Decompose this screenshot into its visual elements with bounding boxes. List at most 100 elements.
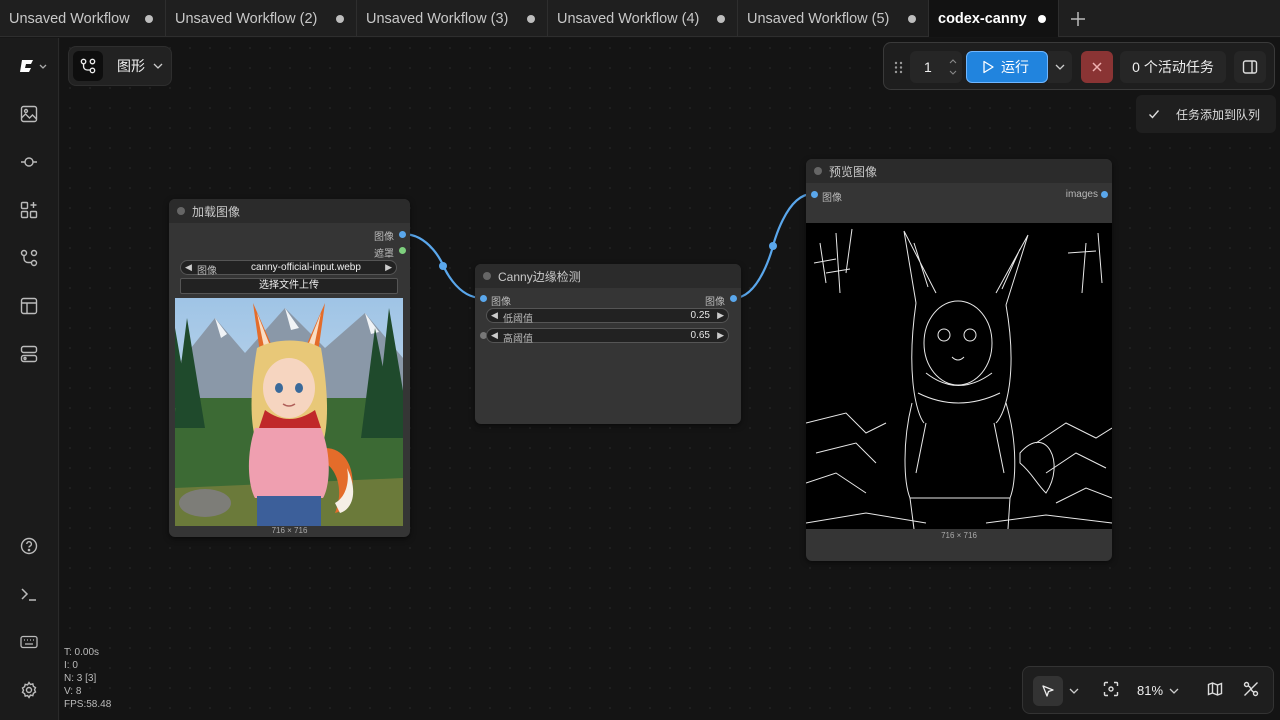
unsaved-dot-icon[interactable] [145,15,153,23]
arrow-left-icon[interactable]: ◀ [491,310,498,321]
tab-unsaved-workflow-3[interactable]: Unsaved Workflow (3) [357,0,548,37]
chevron-down-icon [1169,688,1179,694]
graph-icon-box [73,51,103,81]
node-preview-image[interactable]: 预览图像 图像 images 716 × 716 [806,159,1112,561]
arrow-right-icon[interactable]: ▶ [717,330,724,341]
tab-codex-canny[interactable]: codex-canny [929,0,1059,37]
arrow-right-icon[interactable]: ▶ [717,310,724,321]
unsaved-dot-icon[interactable] [527,15,535,23]
canny-edges-image [806,228,1112,529]
image-select-widget[interactable]: ◀ 图像 canny-official-input.webp ▶ [180,260,397,277]
tool-mode-dropdown[interactable] [1069,686,1079,696]
fox-girl-image [175,298,403,526]
arrow-left-icon[interactable]: ◀ [185,262,192,273]
batch-count-input[interactable]: 1 [910,51,962,83]
canvas-toolbar: 81% [1022,666,1274,714]
sidebar [0,38,59,720]
tab-unsaved-workflow-2[interactable]: Unsaved Workflow (2) [166,0,357,37]
node-title: 预览图像 [806,159,1112,183]
link-off-icon [1243,681,1259,697]
plus-icon [1071,11,1085,26]
graph-mode-button[interactable]: 图形 [68,46,172,86]
sidebar-item-settings[interactable] [18,679,40,701]
input-image-preview [175,298,403,526]
sidebar-item-queue[interactable] [18,343,40,365]
toast-notification: 任务添加到队列 [1136,95,1276,133]
toast-message: 任务添加到队列 [1176,107,1261,122]
help-icon [20,537,38,555]
node-library-icon [20,201,38,219]
unsaved-dot-icon[interactable] [1038,15,1046,23]
unsaved-dot-icon[interactable] [717,15,725,23]
image-size-label: 716 × 716 [941,531,977,540]
input-image-slot[interactable] [480,295,487,302]
canny-output-preview [806,223,1112,529]
render-stats: T: 0.00s I: 0 N: 3 [3] V: 8 FPS:58.48 [64,647,112,710]
tab-bar: Unsaved Workflow Unsaved Workflow (2) Un… [0,0,1280,37]
sidebar-item-terminal[interactable] [18,583,40,605]
graph-mode-label: 图形 [117,58,145,74]
minimap-button[interactable] [1207,681,1223,697]
select-tool-button[interactable] [1033,676,1063,706]
tab-unsaved-workflow-4[interactable]: Unsaved Workflow (4) [548,0,738,37]
output-image-slot[interactable] [399,231,406,238]
output-mask-slot[interactable] [399,247,406,254]
drag-handle-icon[interactable] [894,61,903,74]
image-gallery-icon [20,105,38,123]
model-library-icon [21,157,37,167]
high-threshold-widget[interactable]: ◀ 高阈值 0.65 ▶ [486,328,729,345]
node-load-image[interactable]: 加载图像 图像 遮罩 ◀ 图像 canny-official-input.web… [169,199,410,537]
output-image-slot[interactable] [730,295,737,302]
unsaved-dot-icon[interactable] [908,15,916,23]
arrow-right-icon[interactable]: ▶ [385,262,392,273]
arrow-left-icon[interactable]: ◀ [491,330,498,341]
sidebar-item-keybindings[interactable] [18,631,40,653]
close-icon [1092,62,1102,72]
tab-unsaved-workflow[interactable]: Unsaved Workflow [0,0,166,37]
queue-icon [20,345,38,363]
input-image-slot[interactable] [811,191,818,198]
play-icon [983,60,994,74]
fit-view-button[interactable] [1103,681,1119,697]
upload-file-button[interactable]: 选择文件上传 [180,278,398,294]
image-size-label: 716 × 716 [271,526,308,535]
add-tab-button[interactable] [1059,0,1097,37]
node-canny[interactable]: Canny边缘检测 图像 图像 ◀ 低阈值 0.25 ▶ ◀ 高阈值 0.65 … [475,264,741,424]
sidebar-item-workflows[interactable] [18,247,40,269]
sidebar-item-help[interactable] [18,535,40,557]
low-threshold-widget[interactable]: ◀ 低阈值 0.25 ▶ [486,308,729,325]
run-toolbar: 1 运行 0 个活动任务 [883,42,1275,90]
tab-unsaved-workflow-5[interactable]: Unsaved Workflow (5) [738,0,929,37]
zoom-dropdown[interactable] [1169,686,1179,696]
zoom-level[interactable]: 81% [1137,683,1163,698]
workflow-graph-icon [80,58,96,74]
chevron-down-icon [1055,64,1065,70]
comfy-logo-icon [20,60,47,72]
run-options-dropdown[interactable] [1048,51,1072,83]
sidebar-item-images[interactable] [18,103,40,125]
sidebar-item-nodes[interactable] [18,199,40,221]
run-button[interactable]: 运行 [966,51,1048,83]
unsaved-dot-icon[interactable] [336,15,344,23]
node-title: Canny边缘检测 [475,264,741,288]
output-mask-label: 遮罩 [374,249,394,260]
app-logo-menu[interactable] [18,55,48,77]
input-image-label: 图像 [491,297,511,308]
output-images-slot[interactable] [1101,191,1108,198]
sidebar-item-templates[interactable] [18,295,40,317]
focus-icon [1103,681,1119,697]
stepper-arrows-icon[interactable] [949,57,957,77]
toggle-panel-button[interactable] [1234,51,1266,83]
workflow-icon [20,249,38,267]
side-panel-icon [1242,60,1258,74]
templates-icon [20,297,38,315]
node-title: 加载图像 [169,199,410,223]
toggle-links-button[interactable] [1243,681,1259,697]
active-tasks-button[interactable]: 0 个活动任务 [1120,51,1226,83]
sidebar-item-models[interactable] [18,151,40,173]
output-images-label: images [1065,189,1098,200]
map-icon [1207,682,1223,696]
keyboard-icon [20,635,38,649]
cancel-run-button[interactable] [1081,51,1113,83]
input-image-label: 图像 [822,193,842,204]
